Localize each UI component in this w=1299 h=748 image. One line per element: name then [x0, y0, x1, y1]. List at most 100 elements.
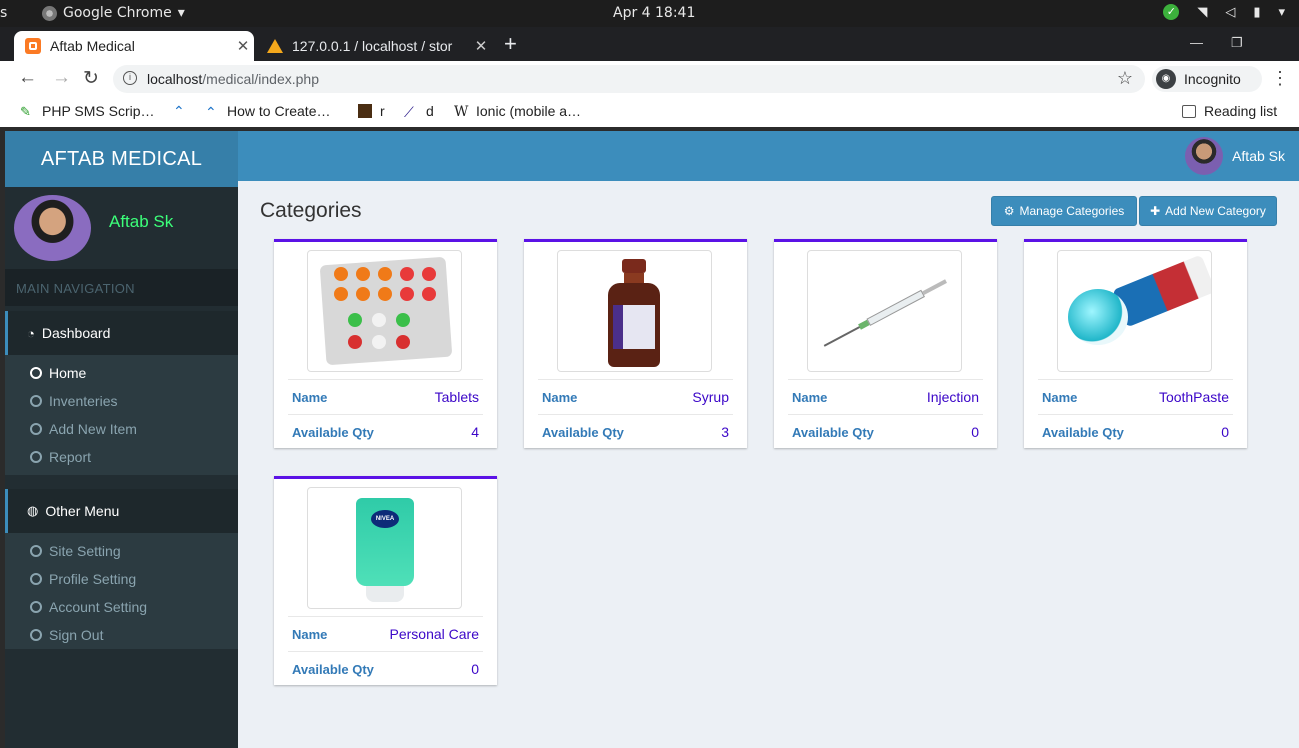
sidebar-item-label: Add New Item [49, 421, 137, 437]
new-tab-plus-icon[interactable]: + [504, 31, 517, 57]
circle-icon [30, 601, 42, 613]
sidebar-user-name: Aftab Sk [109, 212, 174, 231]
category-qty: 0 [971, 424, 979, 440]
sms-bookmark-icon: ✎ [20, 104, 31, 119]
bookmark-item[interactable]: ⌃ [173, 103, 187, 119]
topbar-user-menu[interactable]: Aftab Sk [1185, 137, 1285, 175]
bookmark-label: r [380, 103, 385, 119]
card-name-row: Name ToothPaste [1038, 379, 1233, 414]
qty-label: Available Qty [1042, 424, 1124, 440]
card-name-row: Name Syrup [538, 379, 733, 414]
add-new-category-button[interactable]: ✚ Add New Category [1139, 196, 1277, 226]
button-label: Add New Category [1165, 204, 1266, 218]
sidebar: Aftab Sk MAIN NAVIGATION ◔ Dashboard Hom… [5, 187, 238, 748]
reading-list-button[interactable]: Reading list [1182, 103, 1277, 119]
os-app-name: Google Chrome [63, 5, 172, 21]
dashboard-submenu: Home Inventeries Add New Item Report [5, 355, 238, 475]
toothpaste-image [1057, 250, 1212, 372]
category-name: Personal Care [389, 626, 480, 642]
sidebar-item-report[interactable]: Report [5, 443, 238, 471]
close-tab-icon[interactable]: ✕ [232, 37, 254, 55]
card-qty-row: Available Qty 0 [288, 651, 483, 686]
tab-bar: Aftab Medical ✕ 127.0.0.1 / localhost / … [0, 27, 1299, 81]
bookmark-item[interactable]: ⌃ How to Create… [205, 103, 330, 120]
category-card-tablets[interactable]: Name Tablets Available Qty 4 [274, 239, 497, 448]
omnibox[interactable]: i localhost/medical/index.php ☆ [113, 65, 1145, 93]
topbar-user-name: Aftab Sk [1232, 148, 1285, 164]
card-name-row: Name Injection [788, 379, 983, 414]
category-name: Syrup [692, 389, 729, 405]
sidebar-item-site-setting[interactable]: Site Setting [5, 537, 238, 565]
bookmark-item[interactable]: r [358, 103, 385, 119]
sidebar-item-label: Sign Out [49, 627, 104, 643]
category-card-injection[interactable]: Name Injection Available Qty 0 [774, 239, 997, 448]
sidebar-item-other-menu[interactable]: ◍ Other Menu [5, 489, 238, 533]
category-qty: 0 [1221, 424, 1229, 440]
url-path: /medical/index.php [202, 71, 320, 87]
close-tab-icon[interactable]: ✕ [470, 37, 492, 55]
tab-aftab-medical[interactable]: Aftab Medical ✕ [14, 31, 254, 61]
browser-menu-icon[interactable]: ⋮ [1271, 68, 1289, 89]
circle-icon [30, 423, 42, 435]
bookmark-item[interactable]: W Ionic (mobile a… [454, 103, 581, 120]
incognito-badge[interactable]: ◉ Incognito [1152, 66, 1262, 92]
sidebar-item-label: Profile Setting [49, 571, 137, 587]
category-card-toothpaste[interactable]: Name ToothPaste Available Qty 0 [1024, 239, 1247, 448]
sidebar-item-profile-setting[interactable]: Profile Setting [5, 565, 238, 593]
qty-label: Available Qty [292, 424, 374, 440]
circle-icon [30, 367, 42, 379]
category-qty: 4 [471, 424, 479, 440]
back-arrow-icon[interactable]: ← [18, 67, 37, 89]
app-topbar: Aftab Sk [238, 131, 1299, 181]
minimize-icon[interactable]: — [1190, 35, 1203, 50]
manage-categories-button[interactable]: ⚙ Manage Categories [991, 196, 1137, 226]
os-clock[interactable]: Apr 4 18:41 [613, 5, 695, 21]
circle-icon [30, 395, 42, 407]
caret-down-icon: ▾ [177, 5, 185, 21]
url-text[interactable]: localhost/medical/index.php [147, 71, 319, 87]
caret-down-icon: ▾ [1278, 4, 1285, 20]
sidebar-item-inventeries[interactable]: Inventeries [5, 387, 238, 415]
button-label: Manage Categories [1019, 204, 1125, 218]
feather-bookmark-icon: ⟋ [404, 104, 414, 120]
card-qty-row: Available Qty 3 [538, 414, 733, 449]
sidebar-item-sign-out[interactable]: Sign Out [5, 621, 238, 649]
battery-icon: ▮ [1253, 4, 1261, 20]
page-title: Categories [260, 199, 362, 222]
sidebar-item-dashboard[interactable]: ◔ Dashboard [5, 311, 238, 355]
bookmark-item[interactable]: ✎ PHP SMS Scrip… [20, 103, 155, 119]
category-name: Injection [926, 389, 979, 405]
reload-icon[interactable]: ↻ [83, 67, 99, 90]
qty-label: Available Qty [542, 424, 624, 440]
os-app-menu[interactable]: Google Chrome ▾ [42, 5, 185, 21]
system-tray[interactable]: ✓ ◥ ◁ ▮ ▾ [1163, 4, 1285, 20]
sidebar-item-label: Dashboard [41, 325, 111, 341]
update-check-icon[interactable]: ✓ [1163, 4, 1180, 20]
chrome-icon [42, 5, 57, 21]
card-name-row: Name Personal Care [288, 616, 483, 651]
chevron-up-bookmark-icon: ⌃ [173, 103, 185, 119]
app-brand-logo[interactable]: AFTAB MEDICAL [5, 131, 238, 187]
category-card-personal-care[interactable]: NIVEA Name Personal Care Available Qty 0 [274, 476, 497, 685]
circle-icon [30, 545, 42, 557]
tab-phpmyadmin[interactable]: 127.0.0.1 / localhost / stor ✕ [256, 31, 492, 61]
bookmark-item[interactable]: ⟋ d [404, 103, 434, 120]
forward-arrow-icon[interactable]: → [52, 67, 71, 89]
category-card-syrup[interactable]: Name Syrup Available Qty 3 [524, 239, 747, 448]
plus-icon: ✚ [1150, 204, 1161, 218]
sidebar-item-home[interactable]: Home [5, 359, 238, 387]
url-host: localhost [147, 71, 203, 87]
gear-icon: ⚙ [1003, 204, 1015, 218]
qty-label: Available Qty [292, 661, 374, 677]
sidebar-item-account-setting[interactable]: Account Setting [5, 593, 238, 621]
reading-list-label: Reading list [1204, 103, 1278, 119]
avatar [14, 195, 91, 261]
site-info-icon[interactable]: i [123, 71, 137, 85]
wifi-icon: ◥ [1197, 4, 1208, 20]
os-left-fragment: s [0, 5, 8, 21]
face-wash-image: NIVEA [307, 487, 462, 609]
name-label: Name [1042, 389, 1078, 405]
sidebar-item-add-new-item[interactable]: Add New Item [5, 415, 238, 443]
restore-icon[interactable]: ❐ [1231, 35, 1243, 51]
bookmark-star-icon[interactable]: ☆ [1117, 68, 1133, 89]
